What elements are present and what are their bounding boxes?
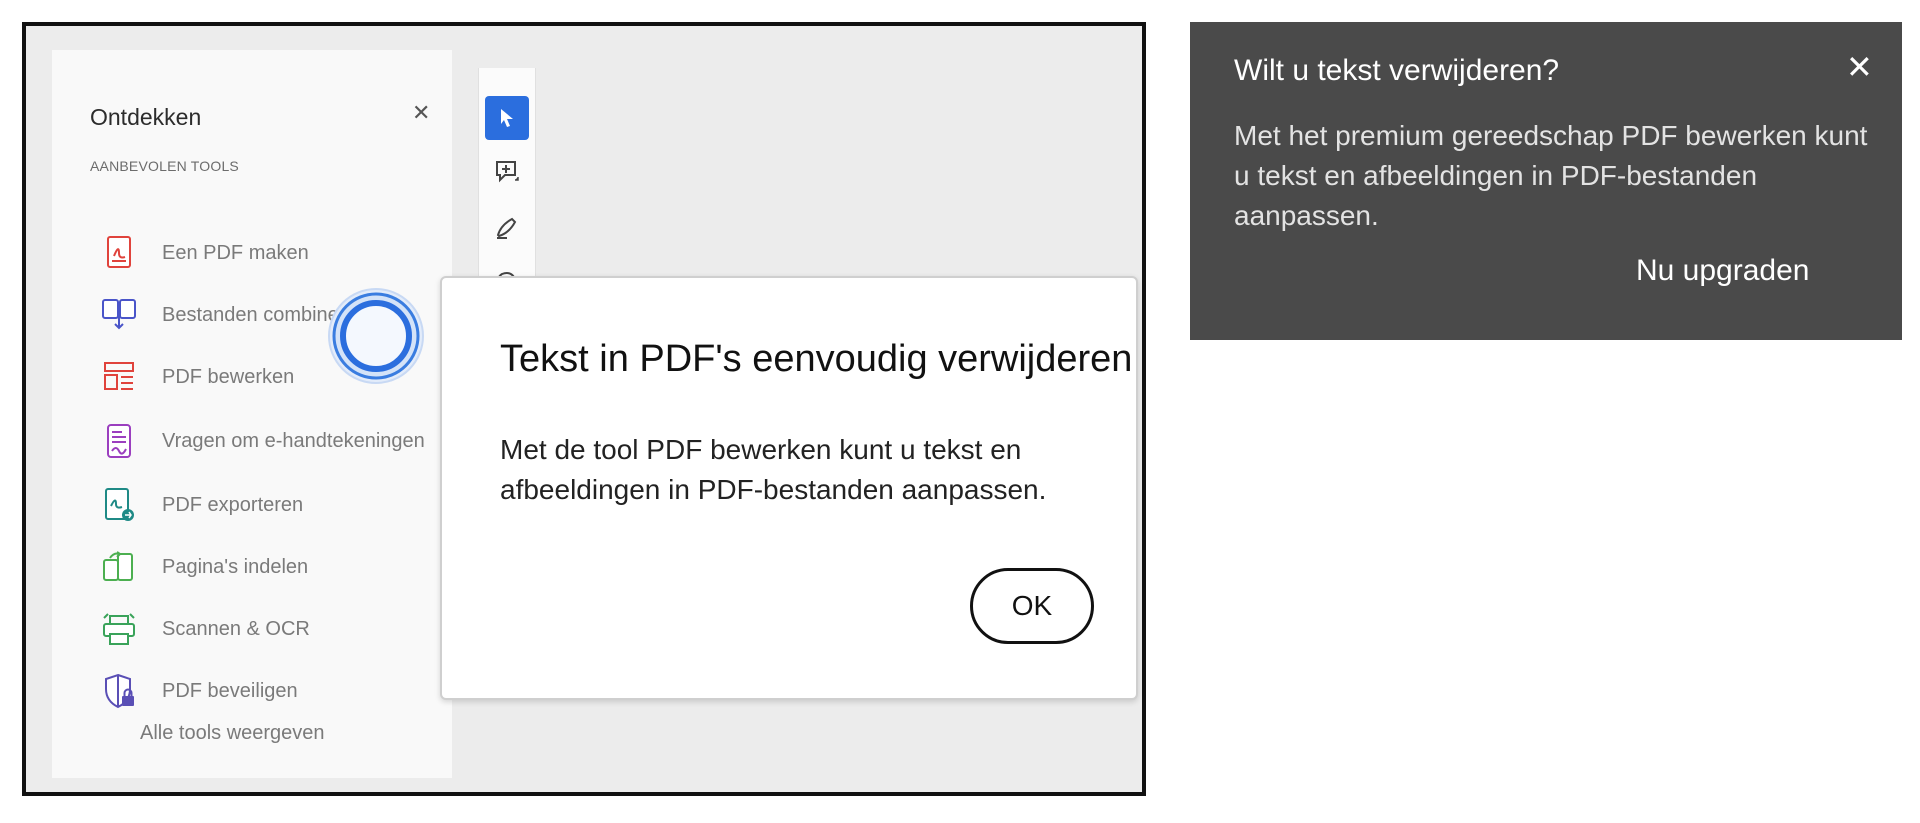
remove-text-popup: Tekst in PDF's eenvoudig verwijderen Met… (440, 276, 1138, 700)
tool-label: PDF bewerken (162, 365, 295, 388)
scan-ocr-icon (100, 610, 138, 648)
popup-title: Tekst in PDF's eenvoudig verwijderen (500, 338, 1133, 380)
tool-protect-pdf[interactable]: PDF beveiligen (100, 668, 298, 714)
tool-scan-ocr[interactable]: Scannen & OCR (100, 606, 310, 652)
create-pdf-icon (100, 234, 138, 272)
view-all-tools-link[interactable]: Alle tools weergeven (140, 722, 325, 745)
tool-organize-pages[interactable]: Pagina's indelen (100, 544, 308, 590)
draw-icon[interactable] (485, 206, 529, 250)
tool-export-pdf[interactable]: PDF exporteren (100, 482, 303, 528)
sidebar-title: Ontdekken (90, 104, 202, 130)
highlight-ring-icon (326, 286, 426, 386)
request-signatures-icon (100, 422, 138, 460)
tool-label: PDF beveiligen (162, 679, 298, 702)
popup-body: Met de tool PDF bewerken kunt u tekst en… (500, 434, 1047, 505)
tool-label: PDF exporteren (162, 493, 304, 516)
close-icon[interactable]: ✕ (1846, 48, 1873, 86)
export-pdf-icon (100, 486, 138, 524)
tool-label: Een PDF maken (162, 241, 309, 264)
ok-button[interactable]: OK (970, 568, 1094, 644)
upgrade-tooltip: Wilt u tekst verwijderen? ✕ Met het prem… (1190, 22, 1902, 340)
edit-pdf-icon (100, 358, 138, 396)
protect-pdf-icon (100, 672, 138, 710)
tool-request-signatures[interactable]: Vragen om e-handtekeningen (100, 418, 425, 464)
tooltip-title: Wilt u tekst verwijderen? (1234, 54, 1560, 87)
tool-edit-pdf[interactable]: PDF bewerken (100, 354, 294, 400)
tool-label: Scannen & OCR (162, 617, 310, 640)
tooltip-body: Met het premium gereedschap PDF bewerken… (1234, 120, 1868, 231)
add-comment-icon[interactable] (485, 150, 529, 194)
close-icon[interactable]: ✕ (412, 100, 430, 126)
upgrade-now-button[interactable]: Nu upgraden (1636, 254, 1809, 288)
select-tool-icon[interactable] (485, 96, 529, 140)
tool-label: Pagina's indelen (162, 555, 309, 578)
app-screenshot-frame: Ontdekken ✕ AANBEVOLEN TOOLS Een PDF mak… (22, 22, 1146, 796)
tool-label: Vragen om e-handtekeningen (162, 429, 425, 452)
tool-create-pdf[interactable]: Een PDF maken (100, 230, 309, 276)
combine-files-icon (100, 296, 138, 334)
recommended-tools-label: AANBEVOLEN TOOLS (90, 158, 239, 174)
discover-sidebar: Ontdekken ✕ AANBEVOLEN TOOLS Een PDF mak… (52, 50, 452, 778)
organize-pages-icon (100, 548, 138, 586)
